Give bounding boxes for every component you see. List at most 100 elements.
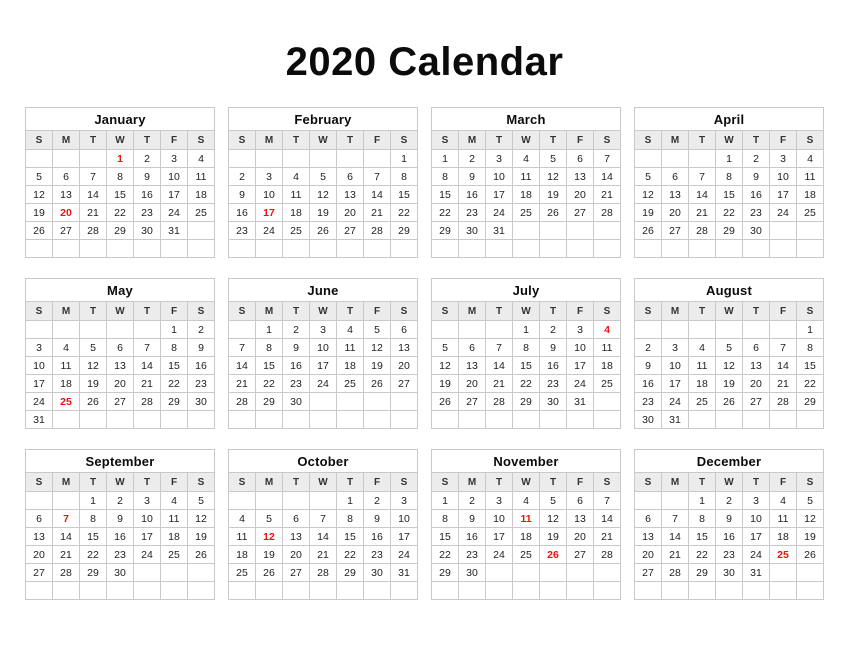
day-cell[interactable]: 3 xyxy=(743,492,770,510)
day-cell[interactable]: 23 xyxy=(107,546,134,564)
day-cell[interactable]: 28 xyxy=(594,204,621,222)
day-cell[interactable]: 13 xyxy=(283,528,310,546)
day-cell[interactable]: 23 xyxy=(743,204,770,222)
day-cell[interactable]: 10 xyxy=(662,357,689,375)
day-cell[interactable]: 7 xyxy=(662,510,689,528)
day-cell[interactable]: 3 xyxy=(662,339,689,357)
day-cell[interactable]: 28 xyxy=(310,564,337,582)
day-cell[interactable]: 7 xyxy=(364,168,391,186)
day-cell[interactable]: 6 xyxy=(743,339,770,357)
day-cell[interactable]: 17 xyxy=(134,528,161,546)
day-cell[interactable]: 29 xyxy=(432,564,459,582)
day-cell[interactable]: 31 xyxy=(662,411,689,429)
day-cell[interactable]: 15 xyxy=(161,357,188,375)
day-cell[interactable]: 19 xyxy=(432,375,459,393)
day-cell[interactable]: 22 xyxy=(513,375,540,393)
day-cell[interactable]: 28 xyxy=(486,393,513,411)
day-cell[interactable]: 17 xyxy=(662,375,689,393)
day-cell[interactable]: 7 xyxy=(310,510,337,528)
day-cell[interactable]: 30 xyxy=(283,393,310,411)
day-cell[interactable]: 27 xyxy=(662,222,689,240)
day-cell[interactable]: 26 xyxy=(26,222,53,240)
day-cell[interactable]: 24 xyxy=(134,546,161,564)
day-cell[interactable]: 28 xyxy=(134,393,161,411)
day-cell[interactable]: 26 xyxy=(364,375,391,393)
day-cell[interactable]: 20 xyxy=(662,204,689,222)
day-cell[interactable]: 6 xyxy=(107,339,134,357)
day-cell[interactable]: 5 xyxy=(80,339,107,357)
day-cell[interactable]: 7 xyxy=(486,339,513,357)
day-cell[interactable]: 12 xyxy=(432,357,459,375)
day-cell[interactable]: 1 xyxy=(716,150,743,168)
day-cell[interactable]: 3 xyxy=(26,339,53,357)
day-cell[interactable]: 1 xyxy=(513,321,540,339)
day-cell[interactable]: 24 xyxy=(567,375,594,393)
day-cell[interactable]: 5 xyxy=(540,492,567,510)
day-cell[interactable]: 10 xyxy=(486,168,513,186)
day-cell[interactable]: 22 xyxy=(432,204,459,222)
day-cell[interactable]: 7 xyxy=(80,168,107,186)
day-cell[interactable]: 14 xyxy=(594,168,621,186)
day-cell[interactable]: 18 xyxy=(689,375,716,393)
day-cell[interactable]: 15 xyxy=(391,186,418,204)
day-cell[interactable]: 19 xyxy=(797,528,824,546)
day-cell[interactable]: 20 xyxy=(283,546,310,564)
day-cell[interactable]: 22 xyxy=(80,546,107,564)
day-cell[interactable]: 6 xyxy=(635,510,662,528)
day-cell[interactable]: 6 xyxy=(337,168,364,186)
day-cell[interactable]: 14 xyxy=(310,528,337,546)
day-cell[interactable]: 27 xyxy=(107,393,134,411)
day-cell[interactable]: 8 xyxy=(337,510,364,528)
day-cell[interactable]: 1 xyxy=(256,321,283,339)
day-cell[interactable]: 18 xyxy=(594,357,621,375)
day-cell[interactable]: 1 xyxy=(80,492,107,510)
day-cell[interactable]: 14 xyxy=(229,357,256,375)
day-cell[interactable]: 29 xyxy=(107,222,134,240)
day-cell[interactable]: 3 xyxy=(486,150,513,168)
day-cell[interactable]: 4 xyxy=(513,150,540,168)
day-cell[interactable]: 14 xyxy=(770,357,797,375)
day-cell[interactable]: 11 xyxy=(161,510,188,528)
day-cell-holiday[interactable]: 4 xyxy=(594,321,621,339)
day-cell[interactable]: 19 xyxy=(26,204,53,222)
day-cell[interactable]: 28 xyxy=(770,393,797,411)
day-cell[interactable]: 7 xyxy=(594,492,621,510)
day-cell[interactable]: 26 xyxy=(540,204,567,222)
day-cell[interactable]: 26 xyxy=(310,222,337,240)
day-cell[interactable]: 20 xyxy=(743,375,770,393)
day-cell[interactable]: 19 xyxy=(364,357,391,375)
day-cell[interactable]: 8 xyxy=(716,168,743,186)
day-cell[interactable]: 10 xyxy=(26,357,53,375)
day-cell[interactable]: 13 xyxy=(26,528,53,546)
day-cell[interactable]: 8 xyxy=(432,510,459,528)
day-cell[interactable]: 13 xyxy=(662,186,689,204)
day-cell[interactable]: 6 xyxy=(26,510,53,528)
day-cell[interactable]: 9 xyxy=(540,339,567,357)
day-cell[interactable]: 19 xyxy=(256,546,283,564)
day-cell[interactable]: 26 xyxy=(716,393,743,411)
day-cell[interactable]: 17 xyxy=(743,528,770,546)
day-cell[interactable]: 11 xyxy=(188,168,215,186)
day-cell[interactable]: 14 xyxy=(80,186,107,204)
day-cell[interactable]: 31 xyxy=(161,222,188,240)
day-cell[interactable]: 16 xyxy=(459,186,486,204)
day-cell[interactable]: 4 xyxy=(283,168,310,186)
day-cell[interactable]: 7 xyxy=(689,168,716,186)
day-cell[interactable]: 23 xyxy=(540,375,567,393)
day-cell[interactable]: 21 xyxy=(229,375,256,393)
day-cell[interactable]: 10 xyxy=(743,510,770,528)
day-cell[interactable]: 23 xyxy=(459,546,486,564)
day-cell-holiday[interactable]: 1 xyxy=(107,150,134,168)
day-cell-holiday[interactable]: 25 xyxy=(53,393,80,411)
day-cell[interactable]: 11 xyxy=(513,168,540,186)
day-cell[interactable]: 16 xyxy=(540,357,567,375)
day-cell[interactable]: 27 xyxy=(743,393,770,411)
day-cell[interactable]: 19 xyxy=(540,186,567,204)
day-cell[interactable]: 6 xyxy=(459,339,486,357)
day-cell[interactable]: 26 xyxy=(80,393,107,411)
day-cell[interactable]: 18 xyxy=(770,528,797,546)
day-cell[interactable]: 2 xyxy=(743,150,770,168)
day-cell[interactable]: 20 xyxy=(337,204,364,222)
day-cell[interactable]: 11 xyxy=(594,339,621,357)
day-cell[interactable]: 26 xyxy=(797,546,824,564)
